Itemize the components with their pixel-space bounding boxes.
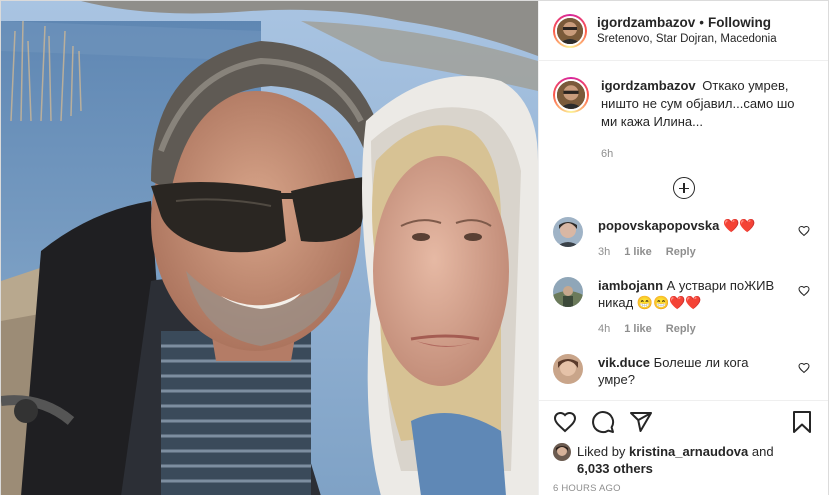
comment-time[interactable]: 3h xyxy=(598,244,610,261)
paper-plane-icon[interactable] xyxy=(629,410,653,434)
caption-avatar[interactable] xyxy=(553,77,589,113)
comment-likes[interactable]: 1 like xyxy=(624,321,652,338)
likes-and: and xyxy=(751,444,774,459)
comment-emojis: ❤️❤️ xyxy=(723,218,756,233)
instagram-post: igordzambazov • Following Sretenovo, Sta… xyxy=(0,0,829,495)
commenter-avatar[interactable] xyxy=(553,217,583,247)
liker-avatar-image xyxy=(553,443,571,461)
small-heart-icon[interactable] xyxy=(798,362,810,374)
post-timestamp[interactable]: 6 HOURS AGO xyxy=(553,483,814,494)
commenter-avatar-image xyxy=(553,277,583,307)
commenter-avatar[interactable] xyxy=(553,277,583,307)
comment-item: vik.duce Болеше ли кога умре? xyxy=(553,354,814,388)
post-location[interactable]: Sretenovo, Star Dojran, Macedonia xyxy=(597,31,777,48)
reply-button[interactable]: Reply xyxy=(666,321,696,338)
comment-item: popovskapopovska ❤️❤️ 3h 1 like Reply xyxy=(553,217,814,261)
comments-section[interactable]: igordzambazov Откако умрев, ништо не сум… xyxy=(539,61,828,400)
liker-username[interactable]: kristina_arnaudova xyxy=(629,444,748,459)
commenter-avatar-image xyxy=(553,217,583,247)
caption-time[interactable]: 6h xyxy=(601,145,814,163)
load-more-comments[interactable] xyxy=(553,177,814,199)
heart-icon[interactable] xyxy=(553,410,577,434)
post-photo[interactable] xyxy=(1,1,538,495)
commenter-username[interactable]: iambojann xyxy=(598,278,663,293)
action-bar xyxy=(553,401,814,443)
commenter-username[interactable]: popovskapopovska xyxy=(598,218,719,233)
author-avatar[interactable] xyxy=(553,13,587,48)
likes-others-count[interactable]: 6,033 others xyxy=(577,461,653,476)
liked-by-prefix: Liked by xyxy=(577,444,626,459)
comment-time[interactable]: 4h xyxy=(598,321,610,338)
separator-dot: • xyxy=(699,14,704,30)
commenter-username[interactable]: vik.duce xyxy=(598,355,650,370)
post-actions-area: Liked by kristina_arnaudova and 6,033 ot… xyxy=(539,400,828,495)
commenter-avatar-image xyxy=(553,354,583,384)
following-button[interactable]: Following xyxy=(708,14,771,31)
author-avatar-image xyxy=(557,17,583,44)
post-header: igordzambazov • Following Sretenovo, Sta… xyxy=(539,1,828,61)
comment-item: iambojann А уствари поЖИВ никад 😁😁❤️❤️ 4… xyxy=(553,277,814,338)
post-details-panel: igordzambazov • Following Sretenovo, Sta… xyxy=(538,1,828,495)
comment-likes[interactable]: 1 like xyxy=(624,244,652,261)
caption-username[interactable]: igordzambazov xyxy=(601,78,696,93)
commenter-avatar[interactable] xyxy=(553,354,583,384)
bookmark-icon[interactable] xyxy=(790,410,814,434)
comment-emojis: 😁😁❤️❤️ xyxy=(636,295,702,310)
post-caption: igordzambazov Откако умрев, ништо не сум… xyxy=(553,61,814,163)
reply-button[interactable]: Reply xyxy=(666,244,696,261)
small-heart-icon[interactable] xyxy=(798,225,810,237)
author-username[interactable]: igordzambazov xyxy=(597,14,695,31)
likes-summary: Liked by kristina_arnaudova and 6,033 ot… xyxy=(553,443,814,477)
caption-avatar-image xyxy=(557,81,585,109)
comment-icon[interactable] xyxy=(591,410,615,434)
plus-circle-icon[interactable] xyxy=(672,177,695,199)
selfie-image xyxy=(1,1,538,495)
liker-avatar[interactable] xyxy=(553,443,571,461)
small-heart-icon[interactable] xyxy=(798,285,810,297)
